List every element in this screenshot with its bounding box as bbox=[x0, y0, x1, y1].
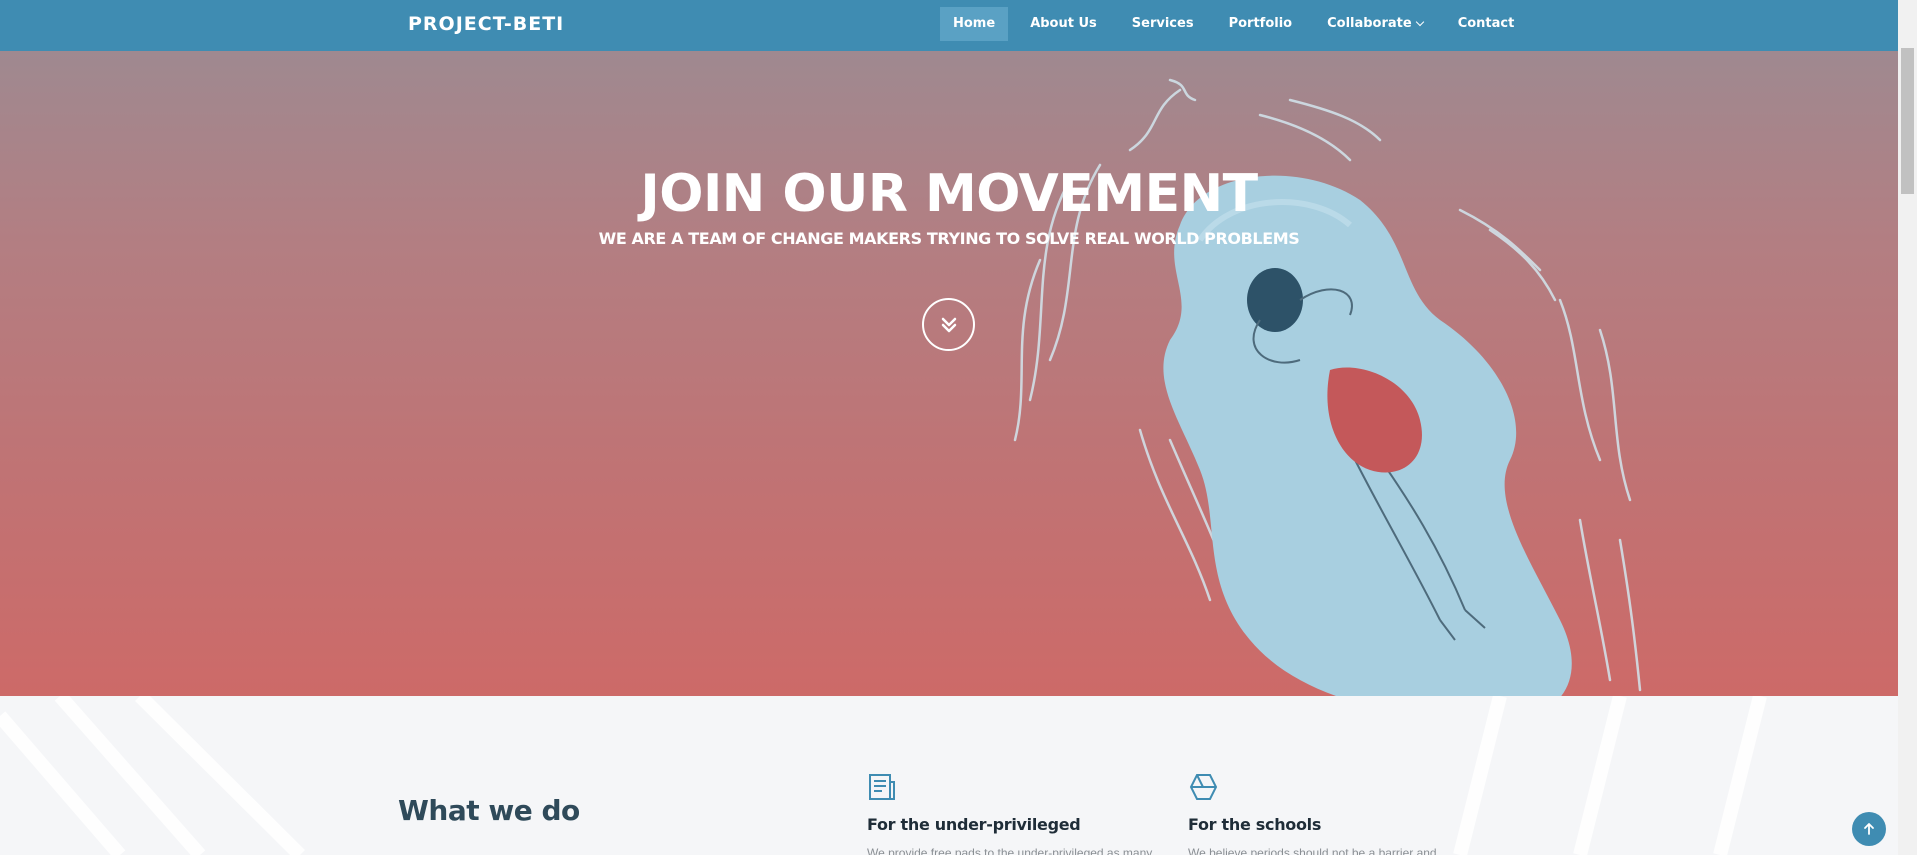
service-card: For the schools We believe periods shoul… bbox=[1188, 772, 1498, 855]
hero-subtitle: WE ARE A TEAM OF CHANGE MAKERS TRYING TO… bbox=[598, 229, 1300, 248]
arrow-up-icon bbox=[1864, 823, 1874, 835]
main-nav: Home About Us Services Portfolio Collabo… bbox=[940, 7, 1536, 41]
back-to-top-button[interactable] bbox=[1852, 812, 1886, 846]
nav-about-us-label: About Us bbox=[1030, 16, 1097, 31]
page-scrollbar[interactable] bbox=[1898, 0, 1917, 855]
hero-illustration bbox=[1013, 78, 1642, 696]
chevron-double-down-icon bbox=[941, 317, 956, 332]
site-logo[interactable]: PROJECT-BETI bbox=[408, 13, 564, 35]
site-header: PROJECT-BETI Home About Us Services Port… bbox=[0, 0, 1898, 51]
nav-contact[interactable]: Contact bbox=[1445, 7, 1528, 41]
scrollbar-thumb[interactable] bbox=[1901, 48, 1914, 194]
section-title: What we do bbox=[398, 794, 580, 827]
service-description: We provide free pads to the under-privil… bbox=[867, 846, 1153, 855]
nav-contact-label: Contact bbox=[1457, 16, 1515, 31]
document-icon bbox=[869, 774, 895, 800]
service-title: For the schools bbox=[1188, 815, 1322, 834]
scroll-down-button[interactable] bbox=[922, 298, 975, 351]
what-we-do-section: What we do For the under-privileged We p… bbox=[0, 696, 1898, 855]
hero-section: JOIN OUR MOVEMENT WE ARE A TEAM OF CHANG… bbox=[0, 51, 1898, 696]
nav-collaborate[interactable]: Collaborate bbox=[1314, 7, 1436, 41]
nav-services-label: Services bbox=[1131, 16, 1194, 31]
nav-portfolio[interactable]: Portfolio bbox=[1216, 7, 1306, 41]
cube-icon bbox=[1189, 774, 1218, 800]
service-title: For the under-privileged bbox=[867, 815, 1081, 834]
nav-portfolio-label: Portfolio bbox=[1228, 16, 1293, 31]
nav-home-label: Home bbox=[953, 16, 996, 31]
nav-about-us[interactable]: About Us bbox=[1017, 7, 1110, 41]
nav-collaborate-label: Collaborate bbox=[1327, 16, 1412, 31]
service-description: We believe periods should not be a barri… bbox=[1188, 846, 1437, 855]
nav-home[interactable]: Home bbox=[940, 7, 1009, 41]
nav-services[interactable]: Services bbox=[1119, 7, 1207, 41]
service-card: For the under-privileged We provide free… bbox=[867, 772, 1177, 855]
hero-title: JOIN OUR MOVEMENT bbox=[640, 164, 1258, 224]
chevron-down-icon bbox=[1415, 17, 1424, 27]
